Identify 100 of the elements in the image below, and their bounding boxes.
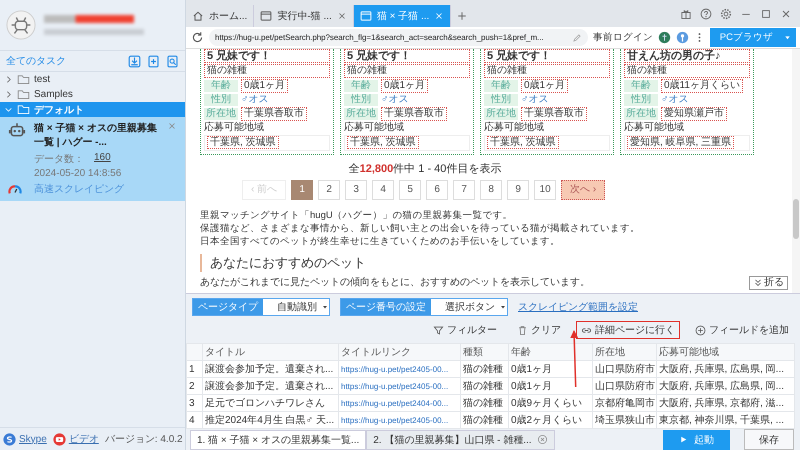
- area-label: 応募可能地域: [344, 122, 405, 134]
- gift-icon[interactable]: [680, 8, 692, 20]
- link-cell: https://hug-u.pet/pet2404-00...: [338, 394, 460, 412]
- folder-item[interactable]: test: [0, 72, 185, 87]
- dropdown-field[interactable]: ページ番号の設定 選択ボタン: [340, 298, 508, 316]
- fold-button[interactable]: 折る: [749, 276, 788, 290]
- toolbar-button[interactable]: フィールドを追加: [690, 321, 794, 339]
- area-value: 千葉県, 茨城県: [487, 136, 559, 149]
- video-icon[interactable]: [52, 432, 66, 446]
- result-tab[interactable]: 2. 【猫の里親募集】山口県 - 雑種...: [366, 430, 555, 450]
- table-cell: 0歳2ヶ月くらい: [508, 412, 592, 428]
- pet-breed: 猫の雑種: [624, 64, 750, 78]
- table-cell: 猫の雑種: [460, 360, 508, 378]
- table-cell: 0歳1ヶ月: [508, 378, 592, 394]
- page-button[interactable]: 8: [480, 180, 502, 200]
- task-item[interactable]: 猫 × 子猫 × オスの里親募集一覧 | ハグー -... データ数： 160 2024-05-20 14:8:56 高速スクレイピング: [0, 117, 185, 201]
- field-value: 千葉県香取市: [521, 107, 587, 121]
- close-icon[interactable]: [336, 11, 347, 21]
- table-cell: 譲渡会参加予定。遺棄され...: [202, 378, 338, 394]
- section-title: 全てのタスク: [6, 55, 67, 68]
- table-cell: 山口県防府市: [592, 378, 656, 394]
- close-icon[interactable]: [780, 8, 792, 20]
- pet-title: 甘えん坊の男の子♪: [624, 49, 750, 63]
- folder-icon: [17, 103, 30, 116]
- link-cell: https://hug-u.pet/pet2405-00...: [338, 360, 460, 378]
- close-icon[interactable]: [434, 11, 444, 21]
- save-button[interactable]: 保存: [744, 429, 794, 450]
- window-icon: [260, 10, 272, 22]
- pet-title: 5 兄妹です！: [344, 49, 470, 63]
- page-button[interactable]: 7: [453, 180, 476, 200]
- page-button[interactable]: 9: [507, 180, 530, 200]
- filter-icon: [433, 324, 444, 336]
- page-button[interactable]: 4: [372, 180, 394, 200]
- row-number: 4: [186, 412, 202, 428]
- extension-icon[interactable]: [658, 31, 671, 44]
- close-icon[interactable]: [167, 121, 177, 131]
- pet-breed: 猫の雑種: [484, 64, 610, 78]
- toolbar-button[interactable]: 詳細ページに行く: [576, 321, 680, 339]
- table-cell: 山口県防府市: [592, 360, 656, 378]
- url-field[interactable]: https://hug-u.pet/petSearch.php?search_flg=1&search_act=search&search_push=1&pref_m...: [209, 29, 588, 46]
- reload-icon[interactable]: [191, 31, 204, 44]
- page-button[interactable]: 3: [345, 180, 368, 200]
- toolbar-button[interactable]: クリア: [512, 321, 566, 339]
- window-icon: [360, 10, 372, 22]
- field-label: 所在地: [484, 108, 518, 120]
- pet-title: 5 兄妹です！: [484, 49, 610, 63]
- add-document-icon[interactable]: [147, 54, 160, 68]
- dropdown-value: 選択ボタン: [444, 301, 496, 314]
- page-button[interactable]: 5: [399, 180, 422, 200]
- page-button[interactable]: 10: [534, 180, 556, 200]
- page-button[interactable]: 2: [318, 180, 340, 200]
- result-summary: 全12,800件中 1 - 40件目を表示: [348, 163, 502, 175]
- table-cell: 猫の雑種: [460, 412, 508, 428]
- field-label: 年齢: [204, 80, 238, 92]
- settings-icon[interactable]: [720, 8, 732, 20]
- field-value: ♂オス: [381, 94, 408, 106]
- dropdown-field[interactable]: ページタイプ 自動識別: [192, 298, 330, 316]
- table-cell: 大阪府, 兵庫県, 京都府, 滋...: [656, 394, 794, 412]
- field-label: 所在地: [204, 108, 238, 120]
- field-value: 0歳1ヶ月: [381, 79, 428, 93]
- field-label: 性別: [204, 94, 238, 106]
- row-number: 2: [186, 378, 202, 394]
- area-label: 応募可能地域: [484, 122, 545, 134]
- new-tab-icon[interactable]: [456, 10, 468, 22]
- area-label: 応募可能地域: [624, 122, 685, 134]
- table-cell: 0歳9ヶ月くらい: [508, 394, 592, 412]
- link-cell: https://hug-u.pet/pet2405-00...: [338, 412, 460, 428]
- link-cell: https://hug-u.pet/pet2405-00...: [338, 378, 460, 394]
- column-header: タイトル: [202, 344, 338, 360]
- column-header: 種類: [460, 344, 508, 360]
- section-text: あなたがこれまでに見たペットの傾向をもとに、おすすめのペットを表示しています。: [200, 277, 590, 289]
- folder-item[interactable]: Samples: [0, 87, 185, 102]
- table-cell: 猫の雑種: [460, 378, 508, 394]
- field-value: 0歳1ヶ月: [241, 79, 288, 93]
- toolbar-button[interactable]: フィルター: [428, 321, 502, 339]
- help-icon[interactable]: [700, 8, 712, 20]
- area-value: 千葉県, 茨城県: [207, 136, 279, 149]
- data-count[interactable]: 160: [94, 152, 111, 166]
- dropdown-label: ページタイプ: [193, 299, 263, 315]
- footer-link[interactable]: Skype: [19, 434, 47, 444]
- footer-link[interactable]: ビデオ: [68, 432, 99, 446]
- maximize-icon[interactable]: [760, 8, 772, 20]
- avatar-icon: [6, 10, 36, 40]
- close-circle-icon[interactable]: [536, 434, 548, 445]
- table-cell: 推定2024年4月生 白黒♂ 天...: [202, 412, 338, 428]
- login-button[interactable]: 事前ログイン: [592, 31, 653, 44]
- table-cell: 譲渡会参加予定。遺棄され...: [202, 360, 338, 378]
- pet-breed: 猫の雑種: [344, 64, 470, 78]
- skype-icon[interactable]: [3, 432, 16, 446]
- pet-title: 5 兄妹です！: [204, 49, 330, 63]
- result-tab[interactable]: 1. 猫 × 子猫 × オスの里親募集一覧...: [190, 430, 366, 450]
- dropdown-value: 自動識別: [276, 300, 318, 314]
- range-link[interactable]: スクレイピング範囲を設定: [518, 300, 638, 314]
- search-document-icon[interactable]: [166, 54, 179, 68]
- row-number: 3: [186, 394, 202, 412]
- import-icon[interactable]: [128, 54, 141, 68]
- page-button[interactable]: 6: [426, 180, 448, 200]
- count-label: データ数：: [34, 153, 84, 166]
- field-label: 年齢: [484, 80, 518, 92]
- field-label: 年齢: [624, 80, 658, 92]
